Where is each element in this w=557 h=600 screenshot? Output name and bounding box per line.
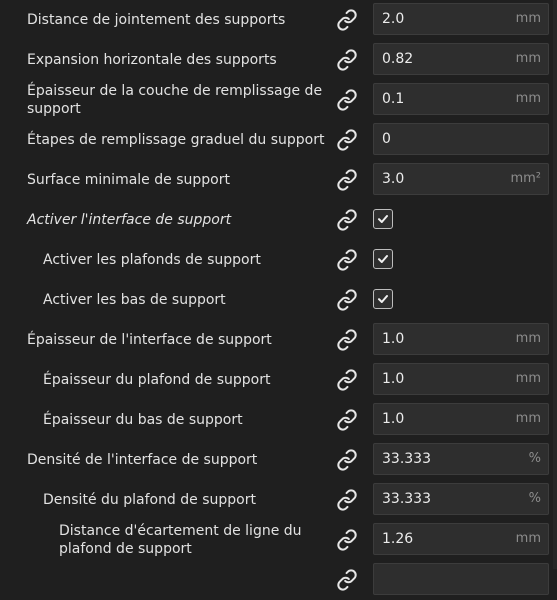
setting-unit: % [528, 451, 541, 466]
link-icon[interactable] [336, 449, 358, 471]
link-icon[interactable] [336, 129, 358, 151]
setting-row: Activer l'interface de support [0, 200, 557, 240]
setting-row: Épaisseur du plafond de support 1.0 mm [0, 360, 557, 400]
setting-checkbox[interactable] [373, 209, 393, 229]
setting-row: Densité de l'interface de support 33.333% [0, 440, 557, 480]
setting-value: 2.0 [382, 11, 405, 27]
support-settings-panel: Distance de jointement des supports 2.0 mm… [0, 0, 557, 595]
setting-row: Activer les bas de support [0, 280, 557, 320]
setting-label: Épaisseur du plafond de support [43, 372, 271, 388]
setting-unit: mm [515, 531, 541, 546]
setting-label: Étapes de remplissage graduel du support [27, 132, 325, 148]
setting-unit: mm [515, 371, 541, 386]
setting-label: Distance de jointement des supports [27, 12, 286, 28]
setting-value: 0.1 [382, 91, 405, 107]
link-icon[interactable] [336, 569, 358, 591]
setting-row: Épaisseur du bas de support 1.0 mm [0, 400, 557, 440]
setting-row: Distance d'écartement de ligne du plafon… [0, 520, 557, 560]
setting-value: 33.333 [382, 491, 431, 507]
setting-value: 0 [382, 131, 391, 147]
setting-input[interactable]: 1.26 mm [373, 523, 549, 555]
link-icon[interactable] [336, 209, 358, 231]
setting-label: Activer les plafonds de support [43, 252, 261, 268]
setting-label: Activer l'interface de support [27, 212, 232, 228]
setting-label: Surface minimale de support [27, 172, 230, 188]
setting-label: Activer les bas de support [43, 292, 226, 308]
link-icon[interactable] [336, 409, 358, 431]
setting-input[interactable]: 1.0 mm [373, 403, 549, 435]
link-icon[interactable] [336, 369, 358, 391]
setting-value: 1.0 [382, 331, 405, 347]
setting-value: 1.0 [382, 411, 405, 427]
setting-value: 0.82 [382, 51, 414, 67]
setting-row: Activer les plafonds de support [0, 240, 557, 280]
setting-value: 3.0 [382, 171, 405, 187]
setting-input[interactable]: 1.0 mm [373, 363, 549, 395]
setting-input[interactable] [373, 563, 549, 595]
setting-label: Épaisseur du bas de support [43, 412, 243, 428]
setting-unit: mm [515, 331, 541, 346]
setting-input[interactable]: 1.0 mm [373, 323, 549, 355]
setting-input[interactable]: 33.333% [373, 443, 549, 475]
setting-unit: % [528, 491, 541, 506]
setting-unit: mm [515, 91, 541, 106]
setting-label: Densité de l'interface de support [27, 452, 258, 468]
setting-label: Épaisseur de l'interface de support [27, 332, 272, 348]
setting-checkbox[interactable] [373, 249, 393, 269]
setting-row: Densité du plafond de support 33.333% [0, 480, 557, 520]
setting-value: 1.0 [382, 371, 405, 387]
setting-input[interactable]: 33.333% [373, 483, 549, 515]
setting-input[interactable]: 0.82 mm [373, 43, 549, 75]
setting-row: Surface minimale de support 3.0 mm² [0, 160, 557, 200]
setting-row: Distance de jointement des supports 2.0 mm [0, 0, 557, 40]
setting-label: Distance d'écartement de ligne du plafon… [59, 523, 302, 557]
setting-checkbox[interactable] [373, 289, 393, 309]
setting-input[interactable]: 0.1 mm [373, 83, 549, 115]
setting-row [0, 560, 557, 600]
setting-row: Expansion horizontale des supports 0.82 mm [0, 40, 557, 80]
setting-value: 1.26 [382, 531, 414, 547]
setting-input[interactable]: 2.0 mm [373, 3, 549, 35]
setting-label: Épaisseur de la couche de remplissage de… [27, 83, 323, 117]
link-icon[interactable] [336, 49, 358, 71]
setting-label: Expansion horizontale des supports [27, 52, 277, 68]
setting-input[interactable]: 3.0 mm² [373, 163, 549, 195]
link-icon[interactable] [336, 329, 358, 351]
setting-label: Densité du plafond de support [43, 492, 256, 508]
link-icon[interactable] [336, 9, 358, 31]
setting-row: Étapes de remplissage graduel du support… [0, 120, 557, 160]
setting-unit: mm² [510, 171, 541, 186]
link-icon[interactable] [336, 289, 358, 311]
setting-unit: mm [515, 411, 541, 426]
setting-label [59, 560, 332, 600]
setting-row: Épaisseur de l'interface de support 1.0 mm [0, 320, 557, 360]
link-icon[interactable] [336, 489, 358, 511]
link-icon[interactable] [336, 249, 358, 271]
setting-unit: mm [515, 11, 541, 26]
link-icon[interactable] [336, 169, 358, 191]
setting-input[interactable]: 0 [373, 123, 549, 155]
setting-value: 33.333 [382, 451, 431, 467]
setting-row: Épaisseur de la couche de remplissage de… [0, 80, 557, 120]
link-icon[interactable] [336, 529, 358, 551]
scrollbar[interactable] [553, 0, 557, 569]
link-icon[interactable] [336, 89, 358, 111]
setting-unit: mm [515, 51, 541, 66]
